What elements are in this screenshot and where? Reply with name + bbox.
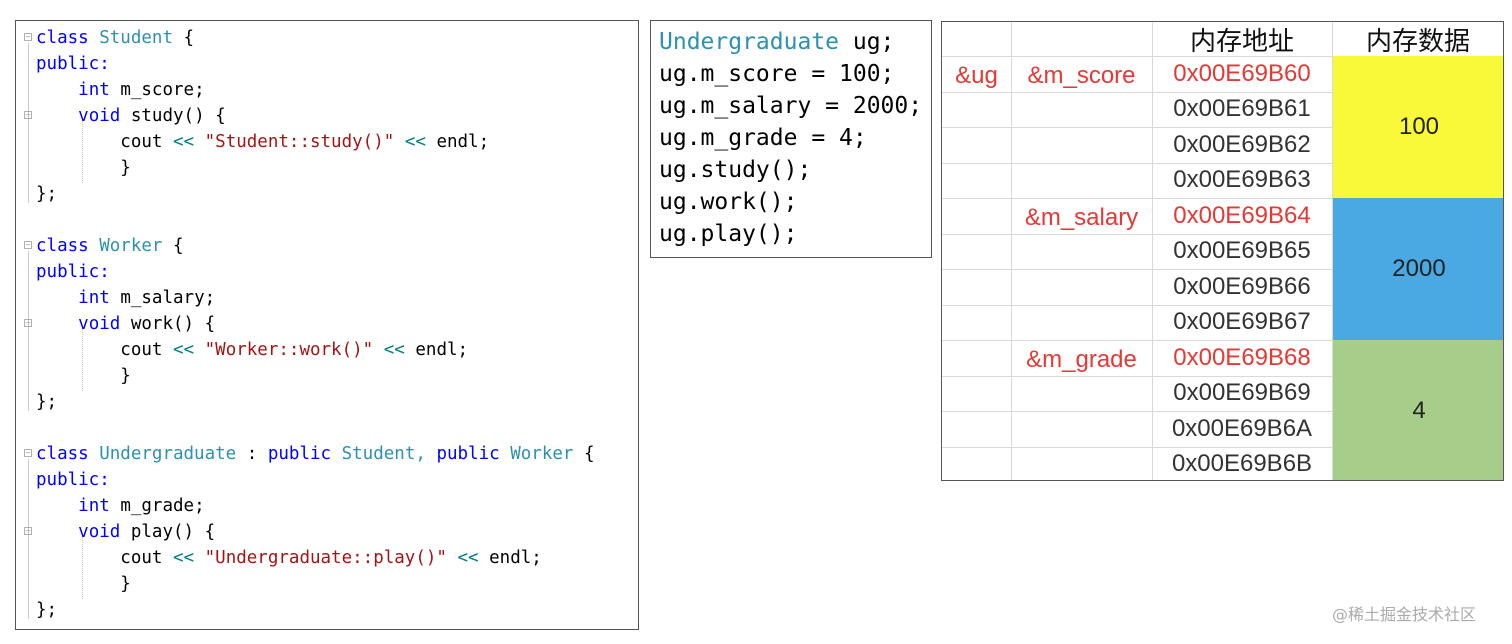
header-address: 内存地址 [1189, 25, 1294, 56]
memory-layout-table: 内存地址 内存数据 100 2000 4 &ug &m_score &m_sal… [941, 21, 1504, 481]
code-line: void study() { [78, 106, 226, 126]
code-line: public: [36, 262, 110, 282]
code-line: void play() { [78, 522, 216, 542]
grid-line [942, 127, 1332, 128]
fold-toggle-icon[interactable]: − [24, 241, 32, 249]
watermark: @稀土掘金技术社区 [1332, 605, 1477, 624]
code-line: class Worker { [36, 236, 184, 256]
code-line: int m_grade; [78, 496, 205, 516]
grid-line [942, 340, 1332, 341]
code-line: }; [36, 600, 58, 620]
header-data: 内存数据 [1365, 25, 1470, 56]
code-line: }; [36, 392, 58, 412]
address-cell: 0x00E69B66 [1173, 272, 1311, 300]
code-line: cout << "Undergraduate::play()" << endl; [120, 548, 542, 568]
field-address-label: &m_grade [1026, 345, 1137, 373]
code-panel: − − − − − − class Student { public: int … [15, 20, 639, 630]
value-cell-m-grade: 4 [1333, 340, 1503, 480]
fold-toggle-icon[interactable]: − [24, 449, 32, 457]
code-line: public: [36, 54, 110, 74]
snippet-line: Undergraduate ug; [659, 29, 895, 55]
grid-line [942, 91, 1332, 93]
fold-toggle-icon[interactable]: − [24, 111, 32, 119]
code-line: cout << "Student::study()" << endl; [120, 132, 490, 152]
snippet-line: ug.m_salary = 2000; [659, 93, 923, 119]
address-cell: 0x00E69B61 [1173, 95, 1311, 123]
address-cell: 0x00E69B68 [1173, 343, 1311, 371]
grid-line [942, 411, 1332, 412]
address-cell: 0x00E69B67 [1173, 308, 1311, 336]
fold-guide [28, 459, 29, 619]
grid-line [942, 198, 1332, 199]
field-address-label: &m_score [1027, 61, 1136, 89]
snippet-line: ug.m_grade = 4; [659, 125, 867, 151]
fold-toggle-icon[interactable]: − [24, 319, 32, 327]
grid-line [942, 233, 1332, 235]
code-line: class Undergraduate : public Student, pu… [36, 444, 595, 464]
address-cell: 0x00E69B6B [1171, 450, 1313, 478]
address-cell: 0x00E69B63 [1173, 166, 1311, 194]
grid-line [942, 269, 1332, 270]
code-line: } [120, 574, 131, 594]
address-cell: 0x00E69B6A [1171, 414, 1313, 442]
code-line: class Student { [36, 28, 195, 48]
address-cell: 0x00E69B69 [1173, 379, 1311, 407]
address-cell: 0x00E69B65 [1173, 237, 1311, 265]
snippet-line: ug.work(); [659, 189, 798, 215]
value-cell-m-score: 100 [1333, 56, 1503, 198]
code-line: int m_salary; [78, 288, 216, 308]
grid-line [942, 162, 1332, 164]
field-address-label: &m_salary [1024, 203, 1139, 231]
code-line: int m_score; [78, 80, 205, 100]
address-cell: 0x00E69B64 [1173, 201, 1311, 229]
fold-guide [28, 251, 29, 411]
code-line: void work() { [78, 314, 216, 334]
grid-line [942, 304, 1332, 306]
object-address-label: &ug [955, 61, 998, 89]
usage-snippet-panel: Undergraduate ug; ug.m_score = 100; ug.m… [650, 20, 932, 258]
code-line: }; [36, 184, 58, 204]
code-line: } [120, 366, 131, 386]
address-cell: 0x00E69B60 [1173, 59, 1311, 87]
snippet-line: ug.play(); [659, 221, 798, 247]
snippet-line: ug.study(); [659, 157, 812, 183]
code-line: } [120, 158, 131, 178]
grid-line [942, 446, 1332, 448]
address-cell: 0x00E69B62 [1173, 130, 1311, 158]
code-line: public: [36, 470, 110, 490]
fold-toggle-icon[interactable]: − [24, 33, 32, 41]
snippet-line: ug.m_score = 100; [659, 61, 895, 87]
code-line: cout << "Worker::work()" << endl; [120, 340, 469, 360]
fold-guide [28, 43, 29, 203]
grid-line [942, 375, 1332, 377]
fold-toggle-icon[interactable]: − [24, 527, 32, 535]
value-cell-m-salary: 2000 [1333, 198, 1503, 340]
